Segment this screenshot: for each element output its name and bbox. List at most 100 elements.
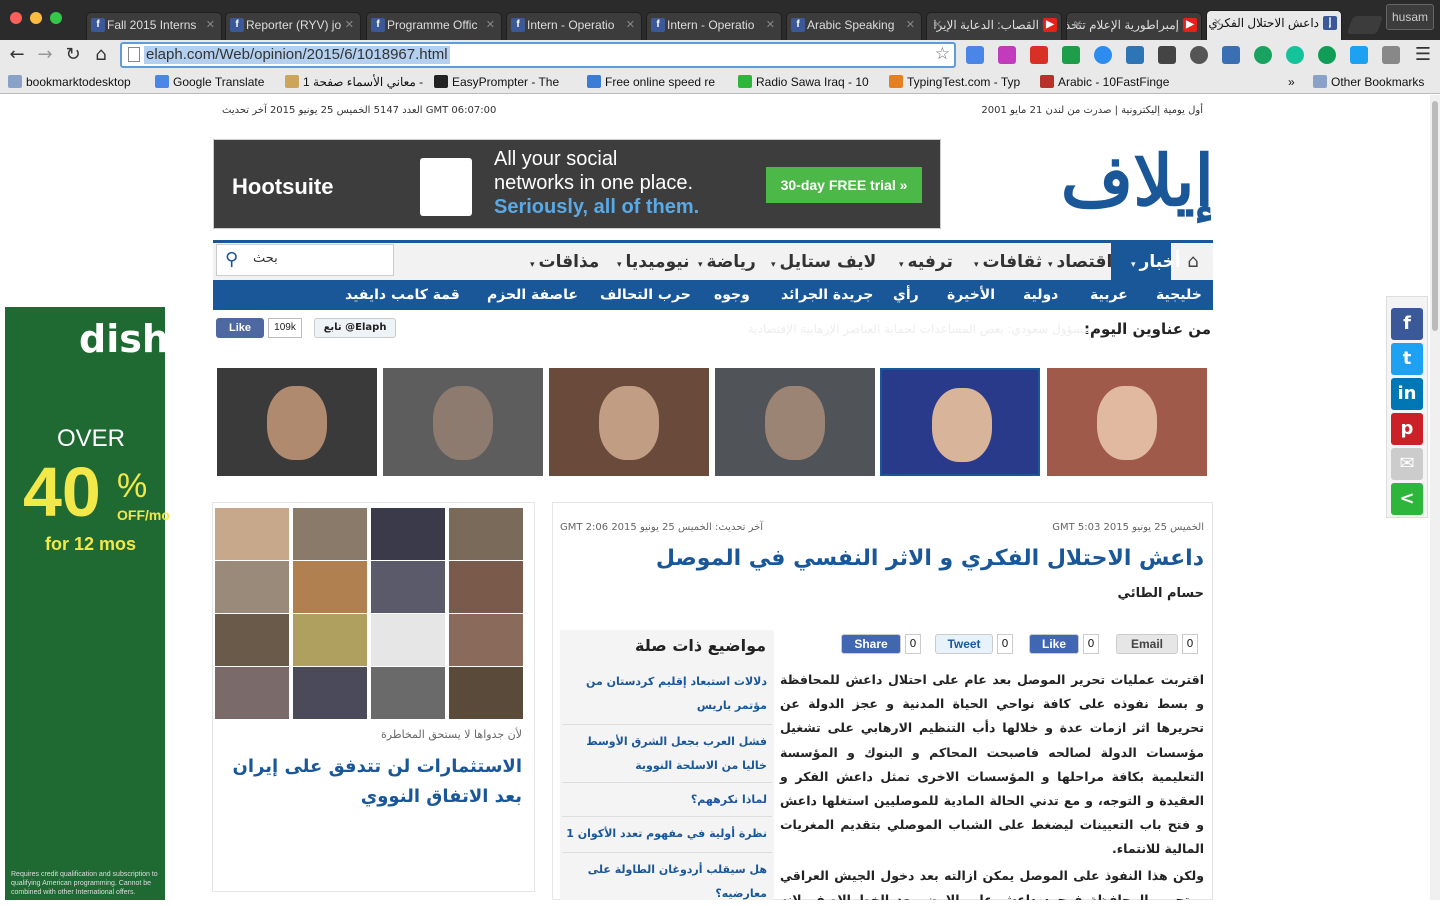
close-tab-icon[interactable]: ✕ [933, 13, 942, 37]
subnav-item[interactable]: عاصفة الحزم [487, 284, 578, 306]
news-thumbnail[interactable] [293, 667, 367, 719]
nav-item[interactable]: نيوميديا▾ [617, 248, 690, 276]
evernote-icon[interactable] [1254, 46, 1272, 64]
twitter-icon[interactable]: t [1391, 343, 1423, 375]
bookmark-item[interactable]: Free online speed re [587, 74, 715, 90]
stats-icon[interactable] [1126, 46, 1144, 64]
browser-tab[interactable]: ▶ القصاب: الدعاية الإيرا ✕ [926, 12, 1062, 40]
related-link[interactable]: لماذا نكرههم؟ [561, 788, 767, 812]
browser-tab[interactable]: f Intern - Operatio ✕ [506, 12, 642, 40]
news-thumbnail[interactable] [293, 614, 367, 666]
clock-icon[interactable] [1190, 46, 1208, 64]
subnav-item[interactable]: عربية [1090, 284, 1128, 306]
extension-t-icon[interactable] [1062, 46, 1080, 64]
subnav-item[interactable]: وجوه [714, 284, 750, 306]
related-link[interactable]: نظرة أولية في مفهوم تعدد الأكوان 1 [561, 822, 767, 846]
search-icon[interactable]: ⚲ [225, 249, 238, 270]
bookmark-item[interactable]: EasyPrompter - The [434, 74, 559, 90]
news-thumbnail[interactable] [293, 508, 367, 560]
grammarly-icon[interactable] [1286, 46, 1304, 64]
linkedin-icon[interactable]: in [1391, 378, 1423, 410]
ad-cta-button[interactable]: 30-day FREE trial » [766, 167, 922, 203]
close-tab-icon[interactable]: ✕ [1073, 13, 1082, 37]
hootsuite-ad[interactable]: Hootsuite All your social networks in on… [213, 139, 941, 229]
news-thumbnail[interactable] [371, 561, 445, 613]
menu-icon[interactable]: ☰ [1412, 44, 1434, 66]
news-thumbnail[interactable] [215, 614, 289, 666]
close-window-icon[interactable] [10, 12, 22, 24]
news-thumbnail[interactable] [449, 508, 523, 560]
star-icon[interactable]: ☆ [935, 44, 950, 64]
nav-item[interactable]: أخبار▾ [1131, 248, 1181, 276]
nav-item[interactable]: ثقافات▾ [974, 248, 1042, 276]
related-link[interactable]: هل سيقلب أردوغان الطاولة على معارضيه؟ [561, 858, 767, 906]
translate-icon[interactable] [966, 46, 984, 64]
news-thumbnail[interactable] [215, 667, 289, 719]
bookmark-item[interactable]: bookmarktodesktop [8, 74, 131, 90]
back-icon[interactable]: ← [6, 44, 28, 66]
scrollbar-thumb[interactable] [1432, 101, 1438, 331]
news-thumbnail[interactable] [449, 614, 523, 666]
browser-tab[interactable]: f Arabic Speaking ✕ [786, 12, 922, 40]
bookmark-item[interactable]: Arabic - 10FastFinge [1040, 74, 1169, 90]
extension-ring-icon[interactable] [1318, 46, 1336, 64]
reload-icon[interactable]: ↻ [62, 44, 84, 66]
home-icon[interactable]: ⌂ [90, 44, 112, 66]
check-icon[interactable] [1350, 46, 1368, 64]
close-tab-icon[interactable]: ✕ [766, 13, 775, 37]
headline-ticker[interactable]: مسؤول سعودي: بعض المساعدات لحماية العناص… [600, 322, 1090, 336]
yahoo-icon[interactable] [998, 46, 1016, 64]
elaph-logo[interactable]: إيلاف [1050, 136, 1214, 232]
news-thumbnail[interactable] [215, 508, 289, 560]
url-text[interactable]: elaph.com/Web/opinion/2015/6/1018967.htm… [144, 46, 450, 64]
bookmark-item[interactable]: Radio Sawa Iraq - 10 [738, 74, 869, 90]
email-icon[interactable]: ✉ [1391, 448, 1423, 480]
browser-tab[interactable]: ▶ إمبراطورية الإعلام تتخذ ✕ [1066, 12, 1202, 40]
close-tab-icon[interactable]: ✕ [626, 13, 635, 37]
bookmark-item[interactable]: Other Bookmarks [1313, 74, 1424, 90]
screen-cast-icon[interactable] [1382, 46, 1400, 64]
browser-tab[interactable]: f Programme Offic ✕ [366, 12, 502, 40]
nav-item[interactable]: مذاقات▾ [530, 248, 599, 276]
share-button[interactable]: Like [1029, 634, 1079, 654]
nav-item[interactable]: اقتصاد▾ [1048, 248, 1112, 276]
pinterest-icon[interactable]: p [1391, 413, 1423, 445]
news-thumbnail[interactable] [371, 508, 445, 560]
news-thumbnail[interactable] [449, 667, 523, 719]
related-link[interactable]: فشل العرب بجعل الشرق الأوسط خاليا من الا… [561, 730, 767, 778]
writer-thumb-5[interactable] [880, 368, 1040, 476]
share-button[interactable]: Email [1116, 634, 1178, 654]
article-author[interactable]: حسام الطائي [1118, 586, 1204, 601]
gmail-icon[interactable] [1030, 46, 1048, 64]
close-tab-icon[interactable]: ✕ [906, 13, 915, 37]
pocket-icon[interactable] [1158, 46, 1176, 64]
scrollbar[interactable] [1430, 95, 1440, 900]
nav-item[interactable]: ترفيه▾ [899, 248, 953, 276]
subnav-item[interactable]: حرب التحالف [600, 284, 691, 306]
news-thumbnail[interactable] [449, 561, 523, 613]
news-thumbnail[interactable] [215, 561, 289, 613]
writer-thumb-4[interactable] [715, 368, 875, 476]
share-icon[interactable]: < [1391, 483, 1423, 515]
nav-item[interactable]: رياضة▾ [698, 248, 756, 276]
forward-icon[interactable]: → [34, 44, 56, 66]
minimize-window-icon[interactable] [30, 12, 42, 24]
news-thumbnail[interactable] [371, 614, 445, 666]
left-headline[interactable]: الاستثمارات لن تتدفق على إيران بعد الاتف… [222, 752, 522, 812]
subnav-item[interactable]: قمة كامب دايفيد [345, 284, 460, 306]
browser-tab[interactable]: f Fall 2015 Interns ✕ [86, 12, 222, 40]
messenger-icon[interactable] [1094, 46, 1112, 64]
news-thumbnail[interactable] [371, 667, 445, 719]
browser-tab[interactable]: إ داعش الاحتلال الفكري ✕ [1206, 10, 1342, 40]
close-tab-icon[interactable]: ✕ [486, 13, 495, 37]
browser-tab[interactable]: f Intern - Operatio ✕ [646, 12, 782, 40]
fb-like-button[interactable]: Like [216, 318, 264, 338]
writer-thumb-2[interactable] [383, 368, 543, 476]
profile-button[interactable]: husam [1386, 4, 1434, 30]
twitter-follow-button[interactable]: تابع @Elaph [314, 318, 396, 338]
cast-icon[interactable] [1222, 46, 1240, 64]
subnav-item[interactable]: جريدة الجرائد [781, 284, 873, 306]
close-tab-icon[interactable]: ✕ [206, 13, 215, 37]
subnav-item[interactable]: خليجية [1156, 284, 1202, 306]
bookmark-item[interactable]: TypingTest.com - Typ [889, 74, 1020, 90]
